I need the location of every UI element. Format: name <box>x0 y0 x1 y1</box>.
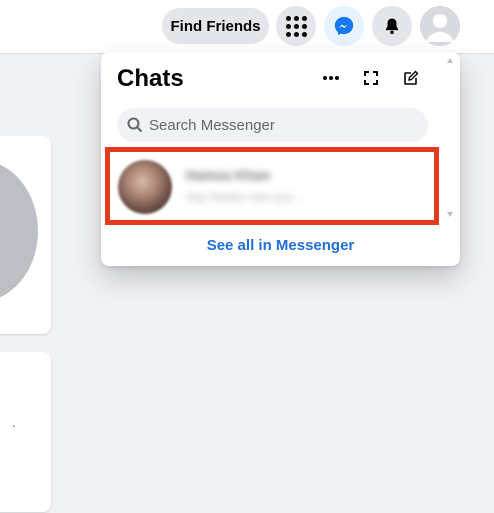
search-icon <box>127 117 143 133</box>
notifications-button[interactable] <box>372 6 412 46</box>
search-input[interactable] <box>149 116 419 134</box>
more-options-icon[interactable] <box>319 66 343 90</box>
chats-scrollbar[interactable] <box>445 56 455 226</box>
scroll-down-arrow-icon[interactable] <box>447 212 453 217</box>
contact-avatar <box>118 160 172 214</box>
bell-icon <box>386 18 398 35</box>
menu-button[interactable] <box>276 6 316 46</box>
contact-name: Hamza Khan <box>186 167 271 183</box>
profile-card <box>0 136 51 334</box>
chats-dropdown: Chats Hamza Khan Say thanks now you … <box>101 52 460 266</box>
profile-picture-placeholder <box>0 160 38 302</box>
find-friends-button[interactable]: Find Friends <box>162 8 269 44</box>
info-card: . <box>0 352 51 512</box>
expand-icon[interactable] <box>359 66 383 90</box>
messenger-icon <box>334 16 354 36</box>
profile-avatar-button[interactable] <box>420 6 460 46</box>
messenger-button[interactable] <box>324 6 364 46</box>
top-navigation-bar: Find Friends <box>0 0 494 54</box>
search-messenger-field[interactable] <box>117 108 428 142</box>
see-all-in-messenger-link[interactable]: See all in Messenger <box>101 237 460 254</box>
message-preview: Say thanks now you … <box>186 190 309 204</box>
text-fragment: . <box>12 414 16 430</box>
grid-menu-icon <box>285 15 307 37</box>
chats-title: Chats <box>117 65 184 92</box>
profile-avatar-icon <box>420 6 460 46</box>
scroll-up-arrow-icon[interactable] <box>447 58 453 63</box>
compose-icon[interactable] <box>399 66 423 90</box>
conversation-item[interactable]: Hamza Khan Say thanks now you … <box>105 147 439 225</box>
